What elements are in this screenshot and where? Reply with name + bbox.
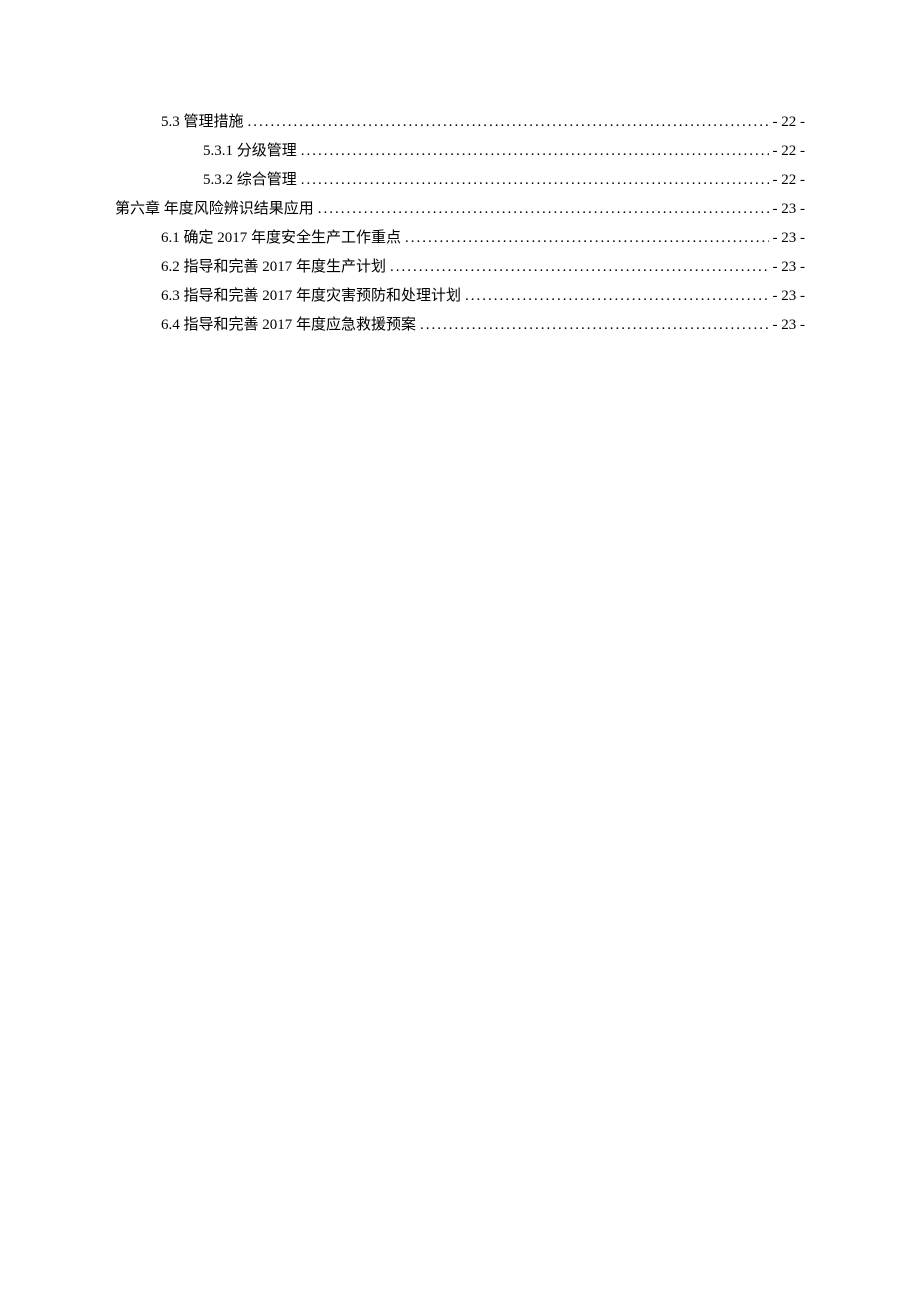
toc-label: 6.1 确定 2017 年度安全生产工作重点 (161, 226, 401, 247)
toc-page-number: - 22 - (773, 143, 806, 160)
toc-label: 6.2 指导和完善 2017 年度生产计划 (161, 255, 386, 276)
toc-label: 5.3 管理措施 (161, 110, 244, 131)
toc-entry: 5.3 管理措施 - 22 - (115, 110, 805, 131)
toc-label: 6.3 指导和完善 2017 年度灾害预防和处理计划 (161, 284, 461, 305)
toc-page-number: - 22 - (773, 114, 806, 131)
toc-page-number: - 23 - (773, 201, 806, 218)
toc-entry: 6.1 确定 2017 年度安全生产工作重点 - 23 - (115, 226, 805, 247)
toc-page-number: - 23 - (773, 259, 806, 276)
toc-label: 6.4 指导和完善 2017 年度应急救援预案 (161, 313, 416, 334)
toc-page-number: - 22 - (773, 172, 806, 189)
toc-label: 5.3.2 综合管理 (203, 168, 297, 189)
toc-page-number: - 23 - (773, 317, 806, 334)
toc-entry: 6.3 指导和完善 2017 年度灾害预防和处理计划 - 23 - (115, 284, 805, 305)
toc-leader-dots (390, 259, 768, 276)
toc-leader-dots (465, 288, 768, 305)
toc-entry: 5.3.1 分级管理 - 22 - (115, 139, 805, 160)
toc-leader-dots (318, 201, 769, 218)
toc-entry: 6.2 指导和完善 2017 年度生产计划 - 23 - (115, 255, 805, 276)
toc-entry: 6.4 指导和完善 2017 年度应急救援预案 - 23 - (115, 313, 805, 334)
toc-leader-dots (301, 143, 769, 160)
toc-page-number: - 23 - (773, 230, 806, 247)
table-of-contents: 5.3 管理措施 - 22 - 5.3.1 分级管理 - 22 - 5.3.2 … (115, 110, 805, 334)
toc-leader-dots (301, 172, 769, 189)
toc-leader-dots (420, 317, 768, 334)
toc-label: 5.3.1 分级管理 (203, 139, 297, 160)
toc-leader-dots (405, 230, 768, 247)
toc-page-number: - 23 - (773, 288, 806, 305)
toc-leader-dots (248, 114, 769, 131)
toc-entry: 5.3.2 综合管理 - 22 - (115, 168, 805, 189)
toc-entry: 第六章 年度风险辨识结果应用 - 23 - (115, 197, 805, 218)
toc-label: 第六章 年度风险辨识结果应用 (115, 197, 314, 218)
